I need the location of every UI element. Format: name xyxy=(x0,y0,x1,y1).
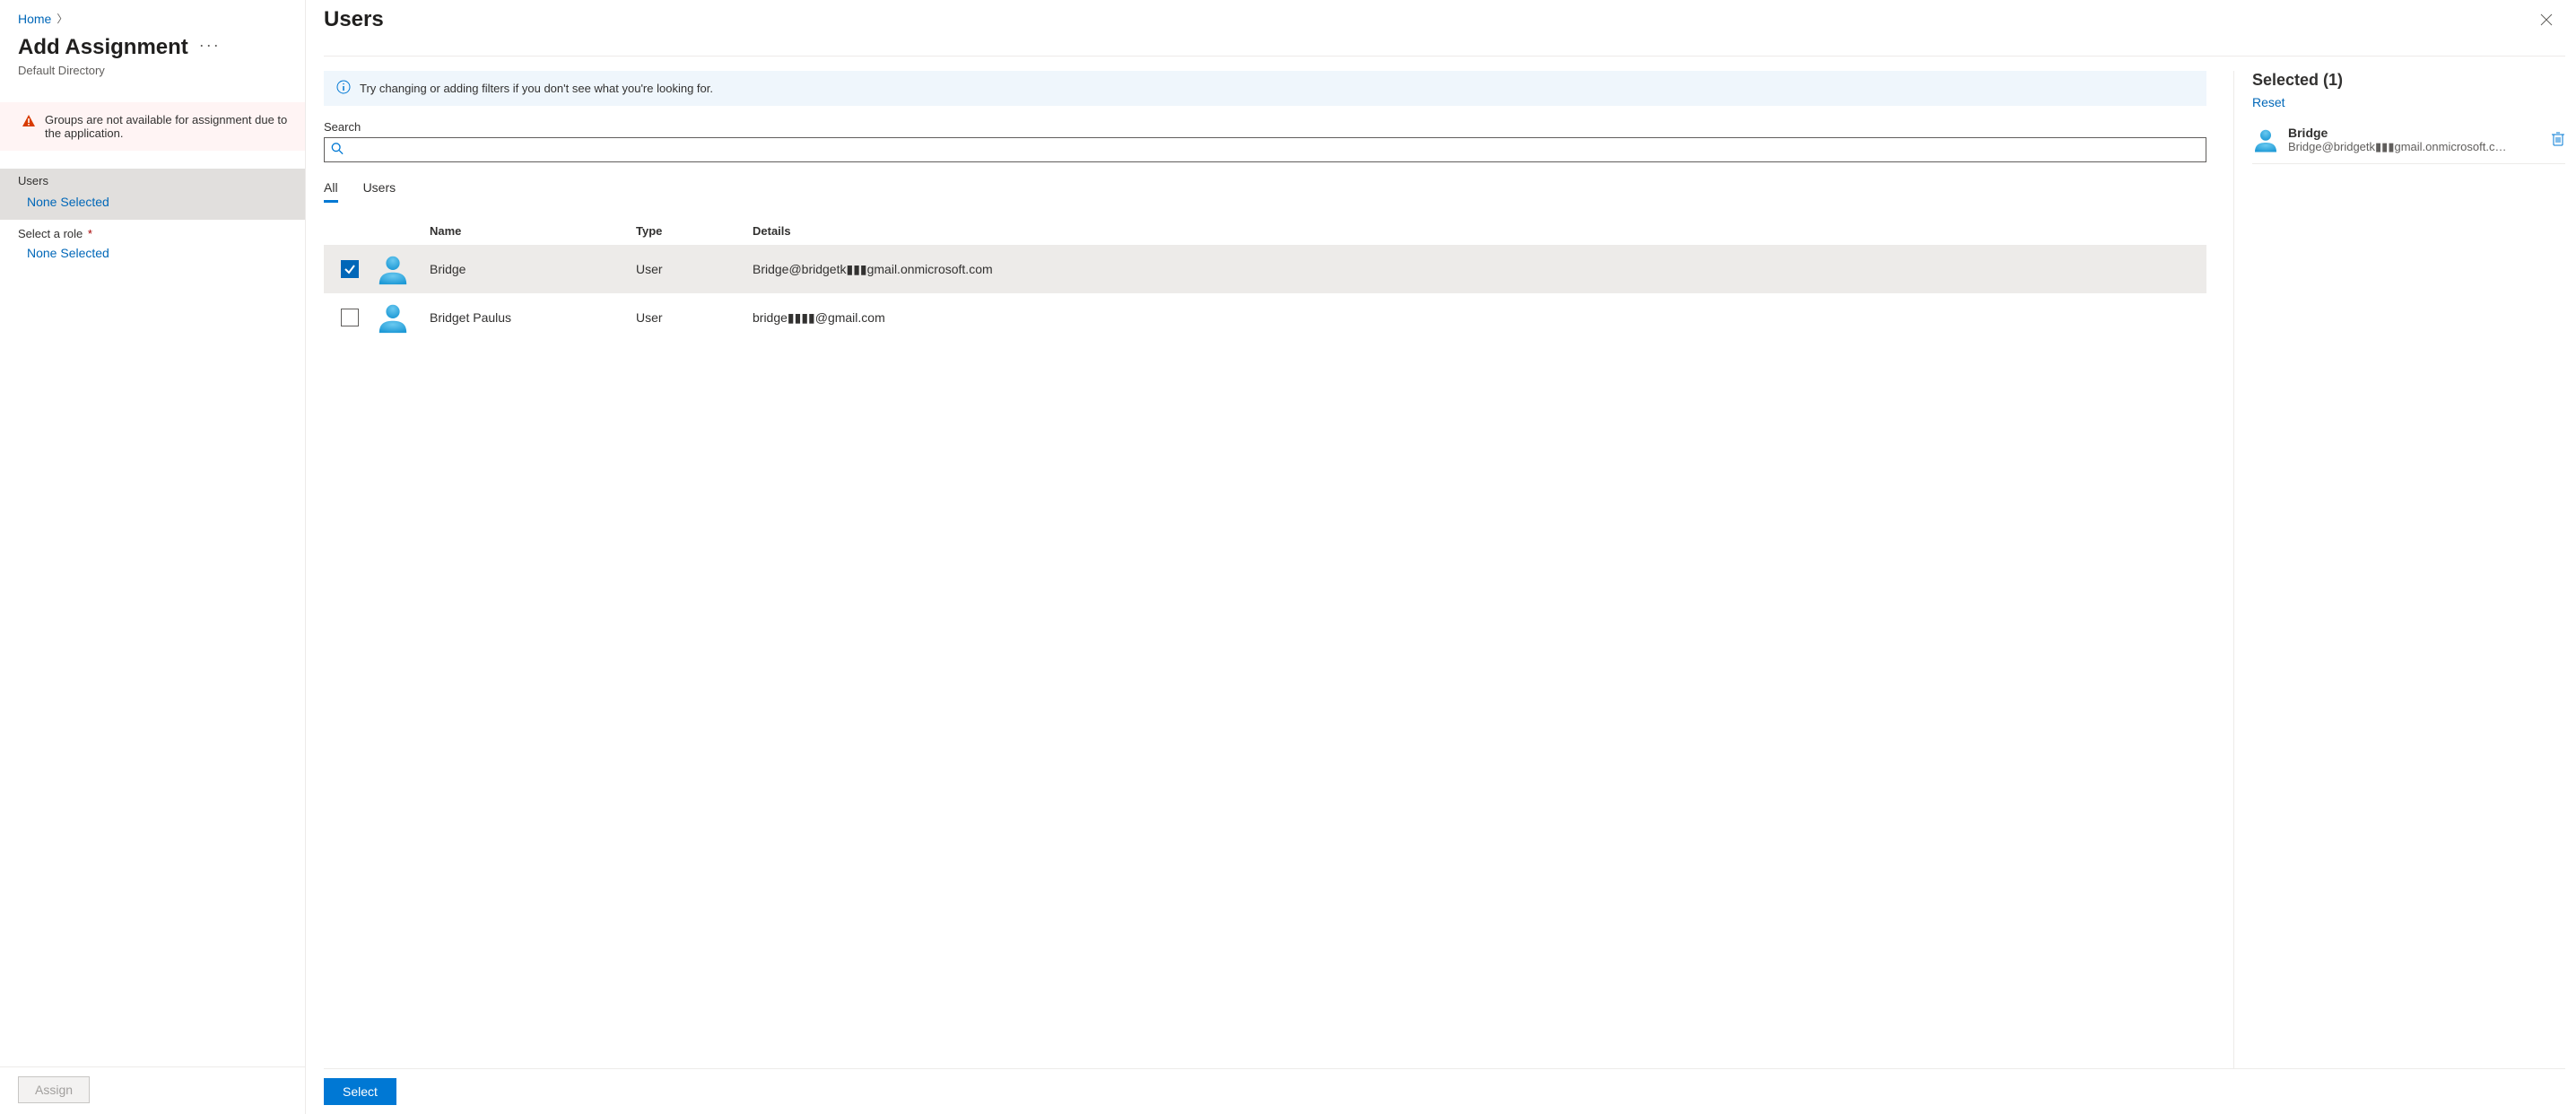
tab-users[interactable]: Users xyxy=(363,180,396,203)
row-name: Bridget Paulus xyxy=(430,310,636,325)
selected-item: Bridge Bridge@bridgetk▮▮▮gmail.onmicroso… xyxy=(2252,126,2565,164)
users-table: Name Type Details Bridge User B xyxy=(324,217,2206,342)
assign-button[interactable]: Assign xyxy=(18,1076,90,1103)
close-button[interactable] xyxy=(2535,7,2558,34)
users-picker-panel: Users Try changing or adding filters if … xyxy=(305,0,2576,1114)
selected-list: Selected (1) Reset Bridge Bridge@bridget… xyxy=(2233,71,2565,1068)
selected-title: Selected (1) xyxy=(2252,71,2565,90)
info-banner: Try changing or adding filters if you do… xyxy=(324,71,2206,106)
avatar-icon xyxy=(2252,126,2279,153)
warning-icon xyxy=(22,114,36,131)
panel-title: Users xyxy=(324,7,384,32)
role-field-value[interactable]: None Selected xyxy=(18,240,287,265)
search-icon xyxy=(331,143,344,158)
breadcrumb: Home 〉 xyxy=(18,11,287,26)
users-field[interactable]: Users None Selected xyxy=(0,169,305,220)
users-field-label: Users xyxy=(18,174,287,189)
row-checkbox[interactable] xyxy=(341,309,359,326)
select-button[interactable]: Select xyxy=(324,1078,396,1105)
more-menu-button[interactable]: ··· xyxy=(199,37,221,58)
column-name: Name xyxy=(430,224,636,238)
column-type: Type xyxy=(636,224,753,238)
table-row[interactable]: Bridget Paulus User bridge▮▮▮▮@gmail.com xyxy=(324,293,2206,342)
table-row[interactable]: Bridge User Bridge@bridgetk▮▮▮gmail.onmi… xyxy=(324,245,2206,293)
tab-all[interactable]: All xyxy=(324,180,338,203)
search-label: Search xyxy=(324,120,2206,134)
warning-banner: Groups are not available for assignment … xyxy=(0,102,305,151)
info-icon xyxy=(336,80,351,97)
avatar-icon xyxy=(376,300,410,335)
breadcrumb-home[interactable]: Home xyxy=(18,12,51,26)
search-input[interactable] xyxy=(324,137,2206,162)
row-type: User xyxy=(636,310,753,325)
row-details: bridge▮▮▮▮@gmail.com xyxy=(753,310,2206,326)
row-checkbox[interactable] xyxy=(341,260,359,278)
users-field-value[interactable]: None Selected xyxy=(18,189,287,214)
row-type: User xyxy=(636,262,753,276)
page-subtitle: Default Directory xyxy=(18,64,287,77)
row-name: Bridge xyxy=(430,262,636,276)
reset-link[interactable]: Reset xyxy=(2252,95,2285,109)
warning-text: Groups are not available for assignment … xyxy=(45,113,292,140)
chevron-right-icon: 〉 xyxy=(57,11,67,26)
role-field-label: Select a role * xyxy=(18,227,287,240)
selected-item-name: Bridge xyxy=(2288,126,2542,140)
selected-item-email: Bridge@bridgetk▮▮▮gmail.onmicrosoft.c… xyxy=(2288,140,2542,154)
info-text: Try changing or adding filters if you do… xyxy=(360,82,713,95)
remove-selected-button[interactable] xyxy=(2551,131,2565,150)
add-assignment-pane: Home 〉 Add Assignment ··· Default Direct… xyxy=(0,0,305,1114)
page-title: Add Assignment xyxy=(18,35,188,60)
avatar-icon xyxy=(376,252,410,286)
row-details: Bridge@bridgetk▮▮▮gmail.onmicrosoft.com xyxy=(753,262,2206,277)
filter-tabs: All Users xyxy=(324,180,2206,203)
role-field: Select a role * None Selected xyxy=(18,227,287,265)
divider xyxy=(324,56,2565,57)
column-details: Details xyxy=(753,224,2206,238)
